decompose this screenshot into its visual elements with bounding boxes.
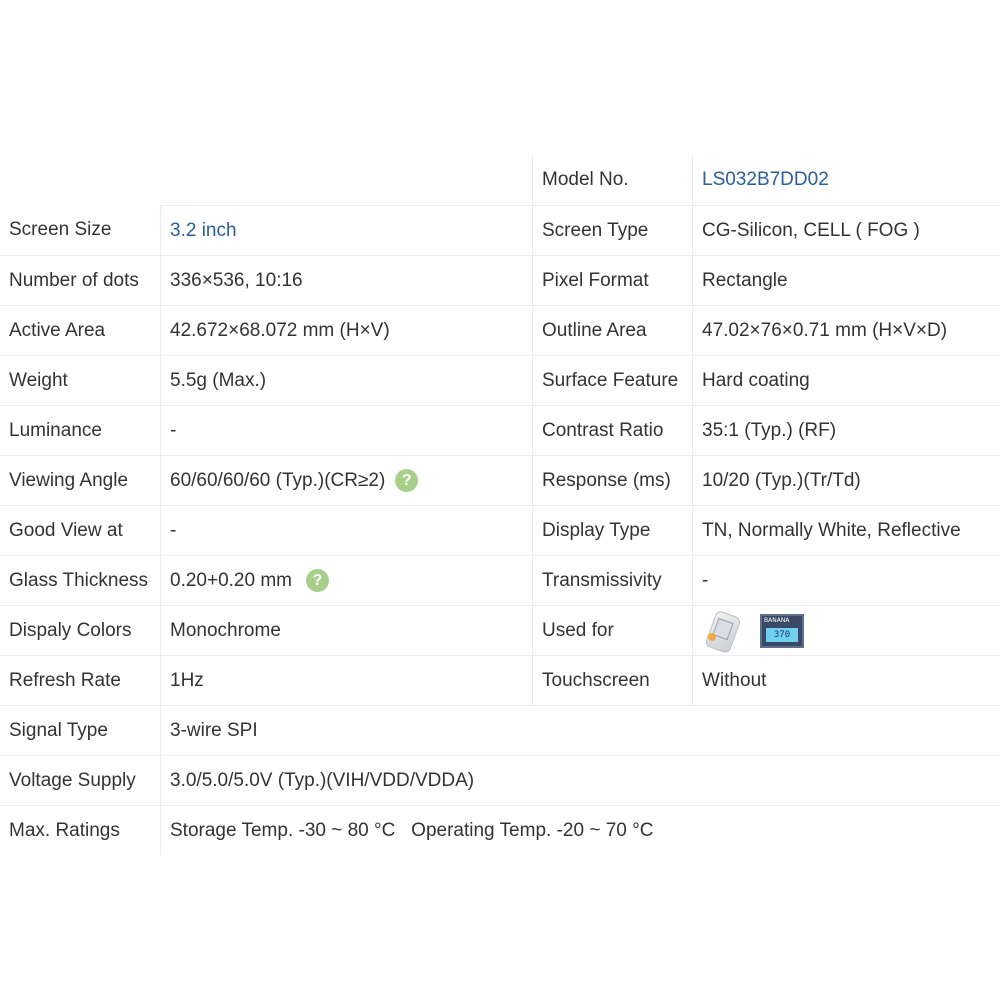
model-no-label: Model No. [532,155,693,205]
luminance-label: Luminance [0,405,161,455]
display-type-value: TN, Normally White, Reflective [693,505,1000,555]
max-ratings-value: Storage Temp. -30 ~ 80 °C Operating Temp… [161,805,1000,855]
active-area-value: 42.672×68.072 mm (H×V) [161,305,532,355]
screen-size-link[interactable]: 3.2 inch [170,220,237,242]
empty-cell [0,155,532,205]
table-row: Number of dots 336×536, 10:16 Pixel Form… [0,255,1000,305]
table-row: Weight 5.5g (Max.) Surface Feature Hard … [0,355,1000,405]
viewing-angle-label: Viewing Angle [0,455,161,505]
glass-thickness-value: 0.20+0.20 mm ? [161,555,532,605]
spec-table: Model No. LS032B7DD02 Screen Size 3.2 in… [0,155,1000,855]
banana-value-text: 370 [766,627,798,642]
table-row: Viewing Angle 60/60/60/60 (Typ.)(CR≥2) ?… [0,455,1000,505]
surface-feature-label: Surface Feature [532,355,693,405]
banana-display-icon[interactable]: BANANA 370 [760,613,804,648]
table-row: Luminance - Contrast Ratio 35:1 (Typ.) (… [0,405,1000,455]
table-row: Max. Ratings Storage Temp. -30 ~ 80 °C O… [0,805,1000,855]
outline-area-value: 47.02×76×0.71 mm (H×V×D) [693,305,1000,355]
screen-size-label: Screen Size [0,205,161,255]
response-value: 10/20 (Typ.)(Tr/Td) [693,455,1000,505]
contrast-ratio-value: 35:1 (Typ.) (RF) [693,405,1000,455]
table-row: Good View at - Display Type TN, Normally… [0,505,1000,555]
glass-thickness-text: 0.20+0.20 mm [170,569,292,591]
response-label: Response (ms) [532,455,693,505]
table-row: Active Area 42.672×68.072 mm (H×V) Outli… [0,305,1000,355]
question-circle-icon[interactable]: ? [306,569,329,592]
used-for-label: Used for [532,605,693,655]
weight-label: Weight [0,355,161,405]
table-row: Refresh Rate 1Hz Touchscreen Without [0,655,1000,705]
viewing-angle-value: 60/60/60/60 (Typ.)(CR≥2) ? [161,455,532,505]
table-row: Model No. LS032B7DD02 [0,155,1000,205]
screen-type-value: CG-Silicon, CELL ( FOG ) [693,205,1000,255]
outline-area-label: Outline Area [532,305,693,355]
viewing-angle-text: 60/60/60/60 (Typ.)(CR≥2) [170,469,386,491]
surface-feature-value: Hard coating [693,355,1000,405]
good-view-label: Good View at [0,505,161,555]
screen-size-value[interactable]: 3.2 inch [161,205,532,255]
transmissivity-value: - [693,555,1000,605]
signal-type-value: 3-wire SPI [161,705,1000,755]
number-of-dots-label: Number of dots [0,255,161,305]
max-ratings-label: Max. Ratings [0,805,161,855]
screen-type-label: Screen Type [532,205,693,255]
display-type-label: Display Type [532,505,693,555]
table-row: Signal Type 3-wire SPI [0,705,1000,755]
table-row: Voltage Supply 3.0/5.0/5.0V (Typ.)(VIH/V… [0,755,1000,805]
signal-type-label: Signal Type [0,705,161,755]
refresh-rate-label: Refresh Rate [0,655,161,705]
number-of-dots-value: 336×536, 10:16 [161,255,532,305]
display-colors-label: Dispaly Colors [0,605,161,655]
phone-device-icon[interactable] [702,609,742,654]
voltage-supply-label: Voltage Supply [0,755,161,805]
glass-thickness-label: Glass Thickness [0,555,161,605]
banana-brand-text: BANANA [764,616,790,624]
table-row: Dispaly Colors Monochrome Used for BANAN… [0,605,1000,655]
used-for-thumbnails: BANANA 370 [693,605,1000,655]
transmissivity-label: Transmissivity [532,555,693,605]
touchscreen-label: Touchscreen [532,655,693,705]
touchscreen-value: Without [693,655,1000,705]
model-no-value[interactable]: LS032B7DD02 [693,155,1000,205]
weight-value: 5.5g (Max.) [161,355,532,405]
active-area-label: Active Area [0,305,161,355]
refresh-rate-value: 1Hz [161,655,532,705]
pixel-format-value: Rectangle [693,255,1000,305]
voltage-supply-value: 3.0/5.0/5.0V (Typ.)(VIH/VDD/VDDA) [161,755,1000,805]
table-row: Screen Size 3.2 inch Screen Type CG-Sili… [0,205,1000,255]
question-circle-icon[interactable]: ? [395,469,419,492]
pixel-format-label: Pixel Format [532,255,693,305]
luminance-value: - [161,405,532,455]
contrast-ratio-label: Contrast Ratio [532,405,693,455]
table-row: Glass Thickness 0.20+0.20 mm ? Transmiss… [0,555,1000,605]
model-no-link[interactable]: LS032B7DD02 [702,169,829,191]
display-colors-value: Monochrome [161,605,532,655]
good-view-value: - [161,505,532,555]
